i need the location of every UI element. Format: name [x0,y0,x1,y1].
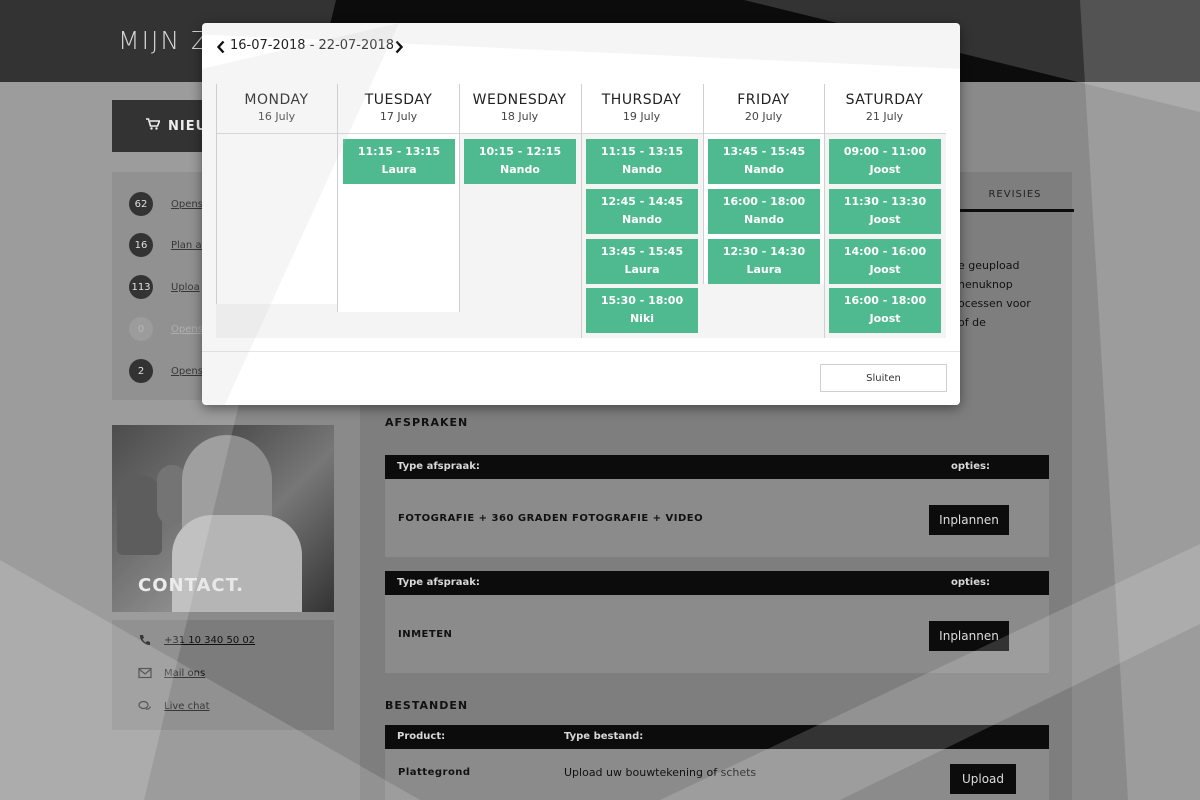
day-header-wednesday: WEDNESDAY 18 July [472,92,567,123]
time-slot[interactable]: 13:45 - 15:45 Nando [708,139,820,184]
mail-icon [138,667,152,679]
contact-link-text[interactable]: +31 10 340 50 02 [164,635,255,646]
contact-card[interactable]: CONTACT. [112,425,334,612]
intro-text: e geupload nenuknop ocessen voor of de [958,259,1031,329]
table-row: Plattegrond Upload uw bouwtekening of sc… [385,749,1049,800]
table-header: Type afspraak: opties: [385,455,1049,479]
chevron-right-icon[interactable] [394,40,404,54]
column-divider [703,84,704,284]
appointment-type: INMETEN [398,629,453,640]
time-slot[interactable]: 11:15 - 13:15 Nando [586,139,698,184]
contact-title: CONTACT. [138,575,244,596]
count-badge: 16 [129,233,153,257]
chevron-left-icon[interactable] [216,40,226,54]
column-divider [581,84,582,338]
afspraken-title: AFSPRAKEN [385,416,469,429]
modal-footer-divider [202,351,960,352]
time-slot[interactable]: 12:45 - 14:45 Nando [586,189,698,234]
table-header: Type afspraak: opties: [385,571,1049,595]
count-badge: 2 [129,359,153,383]
count-badge: 113 [129,275,153,299]
table-row: INMETEN Inplannen [385,595,1049,673]
time-slot[interactable]: 11:15 - 13:15 Laura [343,139,455,184]
day-header-thursday: THURSDAY 19 July [601,92,682,123]
appointment-table: Type afspraak: opties: FOTOGRAFIE + 360 … [385,455,1049,557]
column-header: opties: [951,577,990,588]
appointment-type: FOTOGRAFIE + 360 GRADEN FOTOGRAFIE + VID… [398,513,704,524]
week-calendar: MONDAY 16 July TUESDAY 17 July WEDNESDAY 18… [216,84,946,338]
column-divider [337,84,338,312]
contact-link-text[interactable]: Live chat [164,701,209,712]
logo: MIJN Z [118,26,211,55]
time-slot[interactable]: 14:00 - 16:00 Joost [829,239,941,284]
photo-person [117,475,162,555]
sidebar-item[interactable]: 113 Uploa [129,275,200,299]
photo-person [172,515,302,612]
appointment-table: Type afspraak: opties: INMETEN Inplannen [385,571,1049,673]
time-slot[interactable]: 16:00 - 18:00 Joost [829,288,941,333]
sidebar-item-link[interactable]: Opens [171,199,203,210]
bestanden-title: BESTANDEN [385,699,469,712]
date-separator: - [305,38,319,53]
contact-phone[interactable]: +31 10 340 50 02 [138,634,255,646]
sidebar-item-link[interactable]: Opens [171,324,203,335]
sidebar-item[interactable]: 62 Opens [129,192,203,216]
calendar-modal: 16-07-2018 - 22-07-2018 MONDAY 16 July TU… [202,23,960,405]
phone-icon [139,635,150,646]
files-table: Product: Type bestand: Plattegrond Uploa… [385,725,1049,800]
column-header: Type afspraak: [397,461,480,472]
day-header-monday: MONDAY 16 July [244,92,309,123]
table-header: Product: Type bestand: [385,725,1049,749]
contact-links: +31 10 340 50 02 Mail ons Live chat [112,620,334,730]
product-name: Plattegrond [398,767,471,778]
contact-link-text[interactable]: Mail ons [164,668,205,679]
date-from: 16-07-2018 [230,38,306,53]
contact-chat[interactable]: Live chat [138,700,209,712]
sidebar-item[interactable]: 0 Opens [129,317,203,341]
time-slot[interactable]: 10:15 - 12:15 Nando [464,139,576,184]
column-divider [459,84,460,312]
upload-button[interactable]: Upload [950,764,1016,794]
time-slot[interactable]: 12:30 - 14:30 Laura [708,239,820,284]
chat-icon [138,700,152,710]
count-badge: 62 [129,192,153,216]
column-header: Product: [397,731,446,742]
day-header-saturday: SATURDAY 21 July [845,92,924,123]
column-divider [216,84,217,304]
sidebar-item[interactable]: 2 Opens [129,359,203,383]
close-button[interactable]: Sluiten [820,364,947,392]
sidebar-item-link[interactable]: Plan af [171,240,205,251]
sidebar-item-link[interactable]: Uploa [171,282,200,293]
day-header-friday: FRIDAY 20 July [737,92,790,123]
time-slot[interactable]: 13:45 - 15:45 Laura [586,239,698,284]
inplannen-button[interactable]: Inplannen [929,621,1009,651]
column-header: Type bestand: [564,731,644,742]
date-range: 16-07-2018 - 22-07-2018 [230,38,394,53]
file-type-text: Upload uw bouwtekening of schets [564,766,757,779]
time-slot[interactable]: 15:30 - 18:00 Niki [586,288,698,333]
date-to: 22-07-2018 [318,38,395,53]
modal-header: 16-07-2018 - 22-07-2018 [202,23,960,71]
monday-column-bg [216,134,337,304]
column-header: Type afspraak: [397,577,480,588]
cart-icon [146,118,160,130]
time-slot[interactable]: 11:30 - 13:30 Joost [829,189,941,234]
column-header: opties: [951,461,990,472]
time-slot[interactable]: 16:00 - 18:00 Nando [708,189,820,234]
contact-mail[interactable]: Mail ons [138,667,205,679]
tab-revisies[interactable]: REVISIES [956,180,1074,212]
table-row: FOTOGRAFIE + 360 GRADEN FOTOGRAFIE + VID… [385,479,1049,557]
day-header-tuesday: TUESDAY 17 July [364,92,433,123]
column-divider [824,84,825,338]
sidebar-item[interactable]: 16 Plan af [129,233,205,257]
count-badge: 0 [129,317,153,341]
sidebar-item-link[interactable]: Opens [171,366,203,377]
time-slot[interactable]: 09:00 - 11:00 Joost [829,139,941,184]
inplannen-button[interactable]: Inplannen [929,505,1009,535]
